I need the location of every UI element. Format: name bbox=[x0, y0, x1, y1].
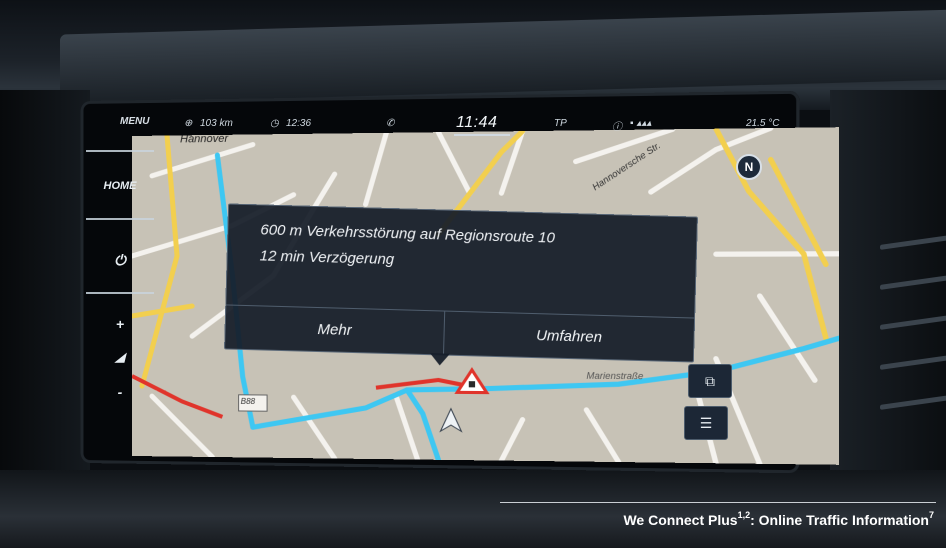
popup-pointer bbox=[429, 353, 451, 366]
volume-icon: ◢ bbox=[115, 350, 125, 364]
phone-icon: ✆ bbox=[386, 118, 395, 129]
status-bar: ⊕ 103 km ◷ 12:36 ✆ 11:44 TP ⓘ ▪ ▴▴▴ 21.5… bbox=[160, 112, 800, 136]
tp-indicator: TP bbox=[554, 118, 567, 129]
traffic-delay: 12 min Verzögerung bbox=[259, 247, 395, 269]
sidebar: HOME ⏻ + ◢ - bbox=[86, 140, 160, 440]
temperature-readout: 21.5 °C bbox=[746, 118, 780, 129]
range-readout: 103 km bbox=[200, 118, 233, 129]
map-menu-icon[interactable]: ☰ bbox=[684, 406, 728, 440]
sidebar-divider bbox=[86, 218, 154, 220]
volume-up-button[interactable]: + bbox=[86, 316, 154, 332]
more-button[interactable]: Mehr bbox=[225, 305, 444, 355]
clock-icon: ◷ bbox=[270, 118, 279, 129]
dashboard-left-panel bbox=[0, 90, 90, 490]
menu-label[interactable]: MENU bbox=[120, 116, 149, 127]
signal-strength-icon: ▪ ▴▴▴ bbox=[630, 118, 652, 129]
route-options-icon[interactable]: ⧉ bbox=[688, 364, 732, 398]
clock-underline bbox=[454, 134, 510, 136]
caption-superscript: 1,2 bbox=[737, 510, 751, 520]
detour-button[interactable]: Umfahren bbox=[444, 312, 694, 363]
traffic-popup: 600 m Verkehrsstörung auf Regionsroute 1… bbox=[224, 203, 698, 366]
caption-rule bbox=[500, 502, 936, 503]
power-icon[interactable]: ⏻ bbox=[86, 252, 154, 269]
map-street-label: Marienstraße bbox=[586, 370, 644, 382]
dashboard-right-panel bbox=[830, 90, 946, 490]
sidebar-divider bbox=[86, 150, 154, 152]
traffic-message: 600 m Verkehrsstörung auf Regionsroute 1… bbox=[260, 221, 556, 247]
road-number-label: B88 bbox=[240, 396, 256, 407]
caption: We Connect Plus1,2: Online Traffic Infor… bbox=[623, 510, 934, 528]
compass-icon[interactable]: N bbox=[736, 154, 762, 180]
caption-prefix: We Connect Plus bbox=[623, 512, 738, 528]
time-remaining: 12:36 bbox=[286, 118, 312, 129]
caption-middle: : Online Traffic Information bbox=[750, 512, 929, 528]
info-icon: ⓘ bbox=[612, 122, 622, 133]
caption-superscript: 7 bbox=[928, 510, 934, 520]
globe-icon: ⊕ bbox=[184, 118, 193, 129]
dashboard-bottom bbox=[0, 470, 946, 548]
clock: 11:44 bbox=[456, 114, 498, 131]
sidebar-divider bbox=[86, 292, 154, 294]
volume-down-button[interactable]: - bbox=[86, 384, 154, 400]
home-button[interactable]: HOME bbox=[86, 180, 154, 192]
